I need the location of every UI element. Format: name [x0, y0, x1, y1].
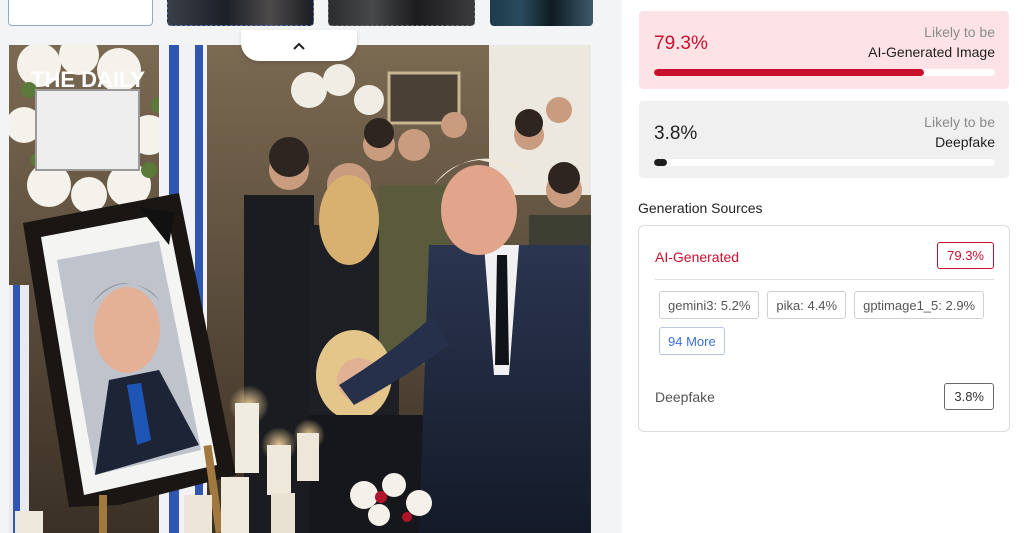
ai-score-bar-fill: [654, 69, 925, 76]
collapse-toggle[interactable]: [241, 30, 357, 61]
more-sources-button[interactable]: 94 More: [659, 327, 725, 355]
deepfake-likely-label: Likely to be: [924, 114, 995, 130]
ai-kind-label: AI-Generated Image: [868, 44, 995, 60]
ai-score-bar: [654, 69, 995, 76]
thumbnail-strip: [0, 0, 622, 30]
deepfake-score-percent: 3.8%: [654, 123, 698, 144]
source-chip[interactable]: gptimage1_5: 2.9%: [854, 291, 985, 319]
photo-illustration: THE DAILY: [9, 45, 591, 533]
thumbnail-2[interactable]: [328, 0, 475, 26]
results-panel: 79.3% Likely to be AI-Generated Image 3.…: [622, 0, 1024, 533]
deepfake-score-card: 3.8% Likely to be Deepfake: [639, 101, 1009, 178]
ai-generated-percent-badge: 79.3%: [937, 242, 994, 269]
generation-sources-title: Generation Sources: [638, 200, 763, 216]
ai-generated-score-card: 79.3% Likely to be AI-Generated Image: [639, 11, 1009, 89]
chevron-up-icon: [293, 42, 305, 50]
deepfake-source-label: Deepfake: [655, 389, 715, 405]
divider: [655, 279, 994, 280]
upload-slot[interactable]: [8, 0, 153, 26]
deepfake-kind-label: Deepfake: [935, 134, 995, 150]
deepfake-score-bar: [654, 159, 995, 166]
source-chip[interactable]: gemini3: 5.2%: [659, 291, 760, 319]
deepfake-score-bar-fill: [654, 159, 667, 166]
ai-generated-source-label: AI-Generated: [655, 249, 740, 265]
watermark-text: THE DAILY: [31, 67, 145, 92]
deepfake-percent-badge: 3.8%: [944, 383, 994, 410]
ai-score-percent: 79.3%: [654, 33, 708, 54]
ai-likely-label: Likely to be: [924, 24, 995, 40]
generation-sources-box: AI-Generated 79.3% gemini3: 5.2% pika: 4…: [638, 225, 1010, 432]
source-chip-list: gemini3: 5.2% pika: 4.4% gptimage1_5: 2.…: [659, 291, 999, 355]
thumbnail-3[interactable]: [490, 0, 593, 26]
source-chip[interactable]: pika: 4.4%: [767, 291, 847, 319]
thumbnail-1[interactable]: [167, 0, 314, 26]
analyzed-image: THE DAILY: [9, 45, 591, 533]
image-panel: THE DAILY: [0, 0, 622, 533]
